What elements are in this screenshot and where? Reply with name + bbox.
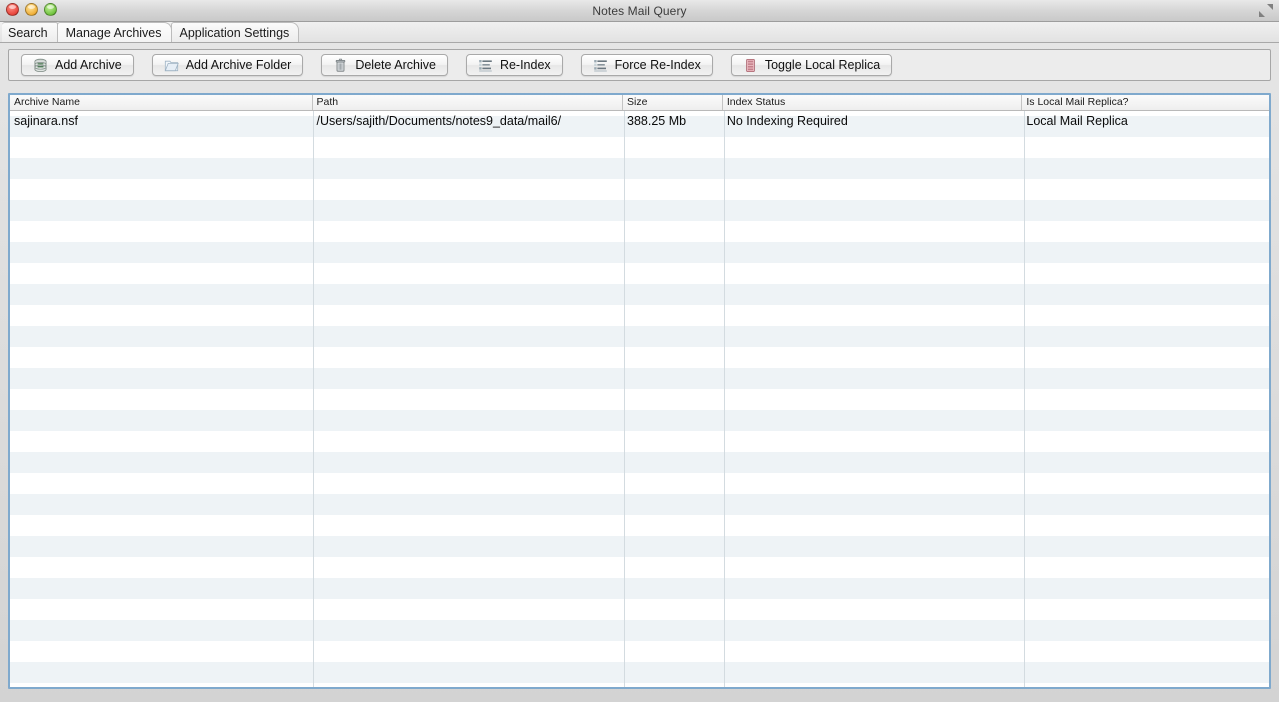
- column-header-index-status[interactable]: Index Status: [723, 95, 1023, 110]
- cell-index-status: No Indexing Required: [726, 114, 848, 128]
- tab-label: Manage Archives: [65, 26, 162, 40]
- tab-search[interactable]: Search: [2, 22, 58, 42]
- database-icon: [33, 58, 48, 73]
- cell-size: 388.25 Mb: [627, 114, 687, 128]
- button-label: Add Archive Folder: [185, 58, 292, 72]
- button-label: Add Archive: [55, 58, 122, 72]
- column-divider[interactable]: [724, 110, 725, 687]
- button-label: Re-Index: [499, 58, 551, 72]
- window-controls: [6, 3, 57, 16]
- toggle-local-replica-button[interactable]: Toggle Local Replica: [730, 54, 893, 76]
- add-archive-button[interactable]: Add Archive: [21, 54, 134, 76]
- tab-label: Application Settings: [179, 26, 290, 40]
- table-body: sajinara.nsf /Users/sajith/Documents/not…: [10, 111, 1269, 132]
- window-title: Notes Mail Query: [592, 3, 687, 18]
- delete-archive-button[interactable]: Delete Archive: [321, 54, 448, 76]
- re-index-button[interactable]: Re-Index: [465, 54, 563, 76]
- archives-toolbar: Add Archive Add Archive Folder Delete Ar…: [8, 49, 1271, 81]
- archives-table[interactable]: Archive Name Path Size Index Status Is L…: [8, 93, 1271, 689]
- tab-application-settings[interactable]: Application Settings: [170, 22, 300, 42]
- zoom-button[interactable]: [44, 3, 57, 16]
- application-window: Notes Mail Query Search Manage Archives …: [0, 0, 1279, 702]
- column-header-path[interactable]: Path: [313, 95, 624, 110]
- column-divider[interactable]: [313, 110, 314, 687]
- column-header-is-local-mail-replica[interactable]: Is Local Mail Replica?: [1022, 95, 1269, 110]
- trash-icon: [333, 58, 348, 73]
- force-re-index-button[interactable]: Force Re-Index: [580, 54, 713, 76]
- button-label: Toggle Local Replica: [764, 58, 881, 72]
- index-list-icon: [593, 58, 608, 73]
- cell-is-local-mail-replica: Local Mail Replica: [1026, 114, 1128, 128]
- add-archive-folder-button[interactable]: Add Archive Folder: [151, 54, 304, 76]
- replica-icon: [743, 58, 758, 73]
- table-row[interactable]: sajinara.nsf /Users/sajith/Documents/not…: [10, 111, 1269, 132]
- cell-path: /Users/sajith/Documents/notes9_data/mail…: [316, 114, 562, 128]
- table-header-row: Archive Name Path Size Index Status Is L…: [10, 95, 1269, 111]
- cell-archive-name: sajinara.nsf: [14, 114, 78, 128]
- title-bar: Notes Mail Query: [0, 0, 1279, 22]
- column-header-size[interactable]: Size: [623, 95, 723, 110]
- tab-label: Search: [8, 26, 48, 40]
- fullscreen-icon[interactable]: [1257, 2, 1275, 19]
- index-list-icon: [478, 58, 493, 73]
- table-stripes: Archive Name Path Size Index Status Is L…: [10, 95, 1269, 687]
- column-header-archive-name[interactable]: Archive Name: [10, 95, 313, 110]
- button-label: Force Re-Index: [614, 58, 701, 72]
- column-divider[interactable]: [1024, 110, 1025, 687]
- column-divider[interactable]: [624, 110, 625, 687]
- close-button[interactable]: [6, 3, 19, 16]
- folder-icon: [164, 58, 179, 73]
- minimize-button[interactable]: [25, 3, 38, 16]
- button-label: Delete Archive: [355, 58, 436, 72]
- tab-bar: Search Manage Archives Application Setti…: [0, 22, 1279, 43]
- tab-manage-archives[interactable]: Manage Archives: [56, 22, 172, 42]
